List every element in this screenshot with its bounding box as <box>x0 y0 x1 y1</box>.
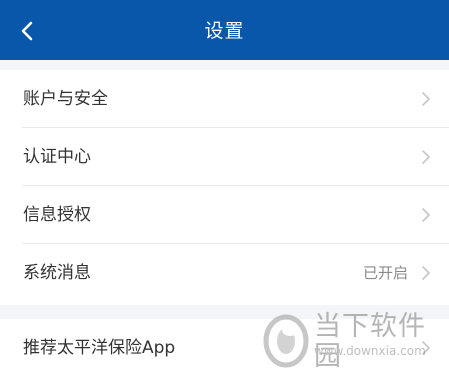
settings-item-account-security[interactable]: 账户与安全 <box>22 70 449 128</box>
chevron-right-icon <box>422 266 430 280</box>
settings-item-label: 系统消息 <box>23 263 91 283</box>
settings-group-main: 账户与安全 认证中心 信息授权 系统消息 已开启 <box>0 70 449 305</box>
settings-item-certification-center[interactable]: 认证中心 <box>22 128 449 186</box>
chevron-right-icon <box>422 208 430 222</box>
settings-item-system-messages[interactable]: 系统消息 已开启 <box>22 244 449 302</box>
header-bar: 设置 <box>0 0 449 60</box>
settings-item-recommend-app[interactable]: 推荐太平洋保险App <box>22 319 449 377</box>
chevron-right-icon <box>422 150 430 164</box>
page-title: 设置 <box>204 20 245 42</box>
settings-group-recommend: 推荐太平洋保险App <box>0 319 449 378</box>
settings-item-label: 认证中心 <box>23 147 91 167</box>
settings-item-label: 推荐太平洋保险App <box>23 338 176 358</box>
chevron-right-icon <box>422 92 430 106</box>
settings-item-label: 信息授权 <box>23 205 91 225</box>
settings-item-label: 账户与安全 <box>23 89 108 109</box>
chevron-right-icon <box>422 341 430 355</box>
settings-item-info-authorization[interactable]: 信息授权 <box>22 186 449 244</box>
system-messages-status: 已开启 <box>362 264 408 282</box>
